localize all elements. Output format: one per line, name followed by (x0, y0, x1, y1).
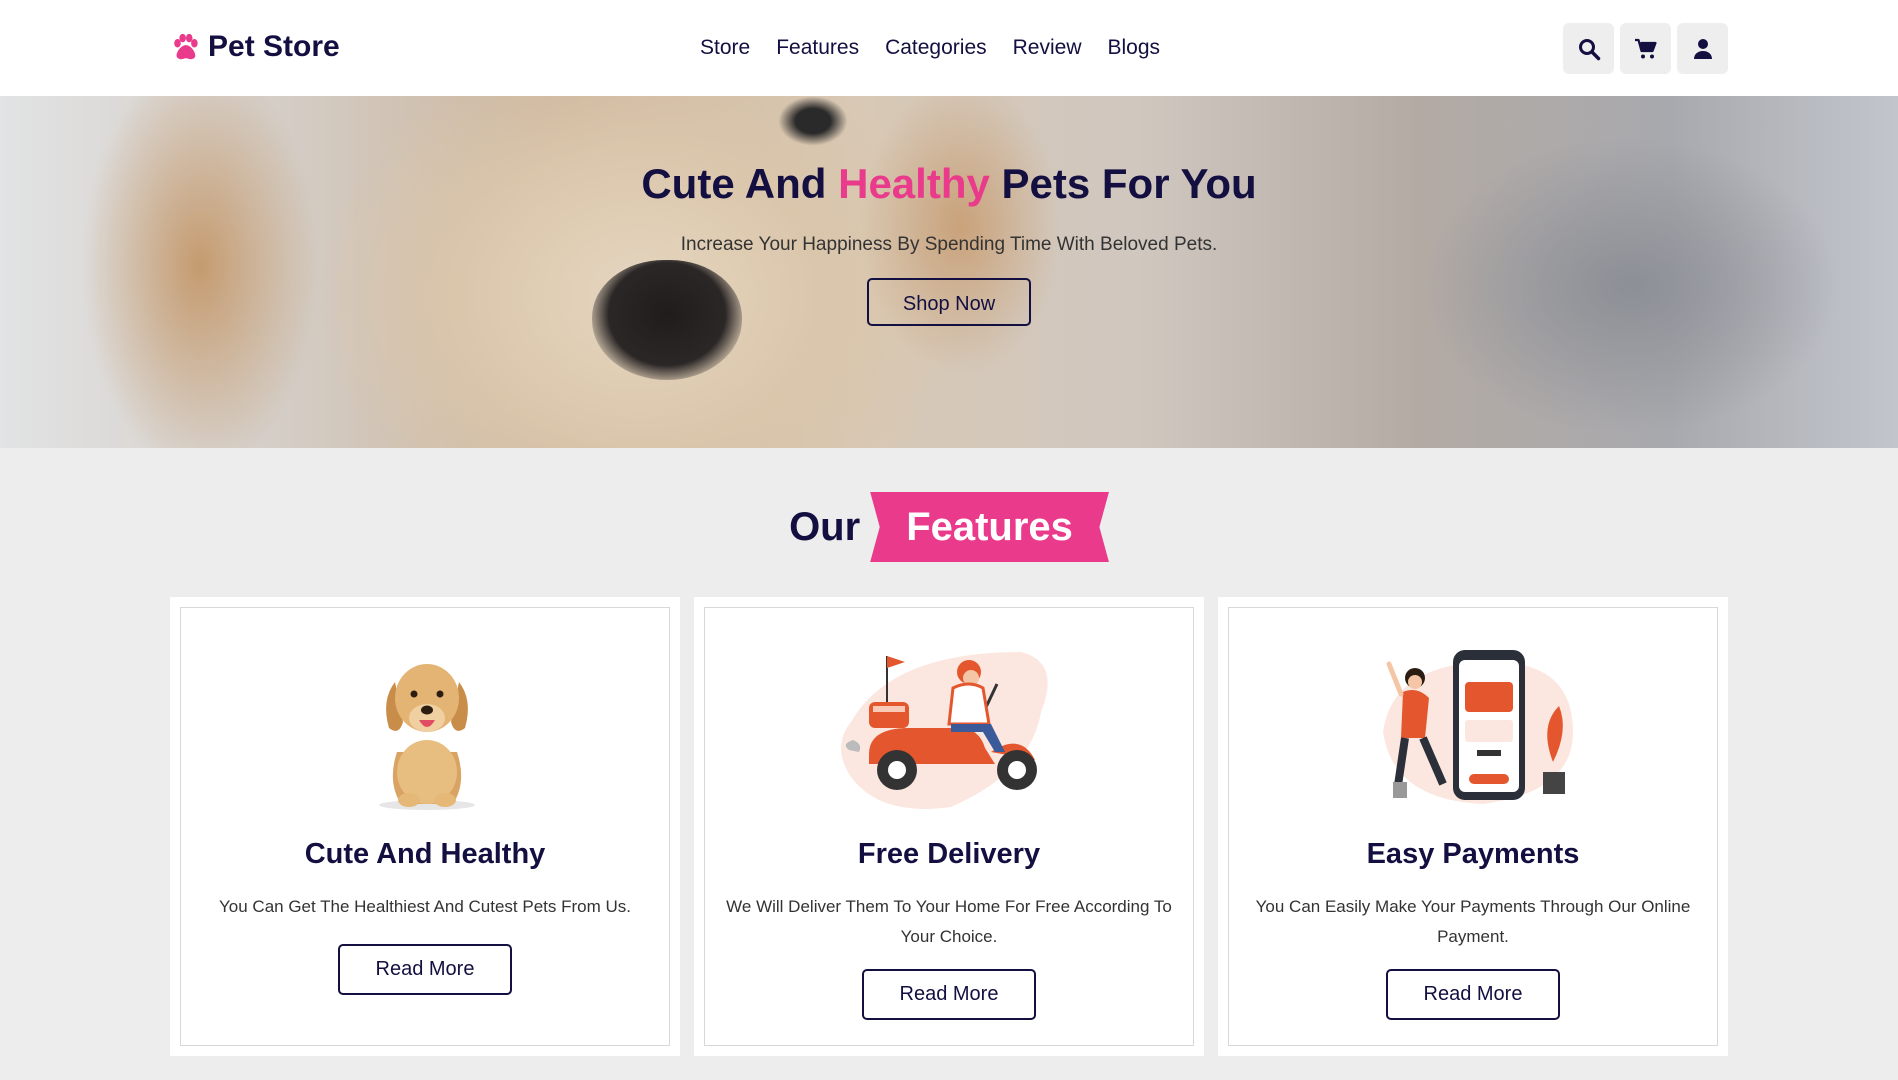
nav-features[interactable]: Features (776, 36, 859, 60)
site-header: Pet Store Store Features Categories Revi… (0, 0, 1898, 96)
feature-card-title: Free Delivery (857, 838, 1041, 870)
user-button[interactable] (1677, 23, 1728, 74)
feature-card: Easy Payments You Can Easily Make Your P… (1218, 597, 1728, 1056)
mobile-payment-illustration (1383, 650, 1573, 804)
feature-card-inner: Free Delivery We Will Deliver Them To Yo… (704, 607, 1194, 1046)
feature-card-title: Cute And Healthy (304, 838, 546, 870)
hero-title: Cute And Healthy Pets For You (0, 156, 1898, 212)
features-heading-plain: Our (789, 504, 861, 549)
cart-icon (1634, 38, 1657, 58)
hero-title-part1: Cute And (641, 160, 839, 207)
puppy-illustration (379, 664, 475, 810)
nav-review[interactable]: Review (1013, 36, 1082, 60)
shop-now-button[interactable]: Shop Now (867, 278, 1031, 326)
read-more-button[interactable]: Read More (862, 969, 1036, 1020)
feature-card: Cute And Healthy You Can Get The Healthi… (170, 597, 680, 1056)
feature-card-inner: Easy Payments You Can Easily Make Your P… (1228, 607, 1718, 1046)
user-icon (1693, 38, 1712, 59)
logo[interactable]: Pet Store (170, 26, 340, 68)
features-heading: Our Features (0, 492, 1898, 562)
nav-store[interactable]: Store (700, 36, 750, 60)
read-more-button[interactable]: Read More (338, 944, 512, 995)
hero-title-part2: Pets For You (989, 160, 1257, 207)
feature-card-description: You Can Easily Make Your Payments Throug… (1255, 897, 1691, 946)
feature-card-description: We Will Deliver Them To Your Home For Fr… (726, 897, 1172, 946)
nav-blogs[interactable]: Blogs (1108, 36, 1161, 60)
feature-card-inner: Cute And Healthy You Can Get The Healthi… (180, 607, 670, 1046)
delivery-scooter-illustration (841, 652, 1048, 809)
feature-card-title: Easy Payments (1366, 838, 1580, 870)
hero-content: Cute And Healthy Pets For You Increase Y… (0, 156, 1898, 326)
feature-card: Free Delivery We Will Deliver Them To Yo… (694, 597, 1204, 1056)
nav-categories[interactable]: Categories (885, 36, 987, 60)
hero-banner: Cute And Healthy Pets For You Increase Y… (0, 96, 1898, 448)
hero-subtitle: Increase Your Happiness By Spending Time… (680, 234, 1218, 255)
cart-button[interactable] (1620, 23, 1671, 74)
logo-text: Pet Store (208, 30, 340, 63)
feature-card-description: You Can Get The Healthiest And Cutest Pe… (219, 897, 631, 916)
main-nav: Store Features Categories Review Blogs (700, 30, 1160, 66)
features-heading-highlight: Features (870, 492, 1109, 562)
search-icon (1578, 38, 1600, 60)
paw-icon (174, 33, 198, 60)
read-more-button[interactable]: Read More (1386, 969, 1560, 1020)
hero-puppy-eye (778, 96, 848, 146)
header-icons (1563, 23, 1728, 74)
features-cards: Cute And Healthy You Can Get The Healthi… (170, 597, 1728, 1056)
hero-title-accent: Healthy (838, 160, 990, 207)
search-button[interactable] (1563, 23, 1614, 74)
